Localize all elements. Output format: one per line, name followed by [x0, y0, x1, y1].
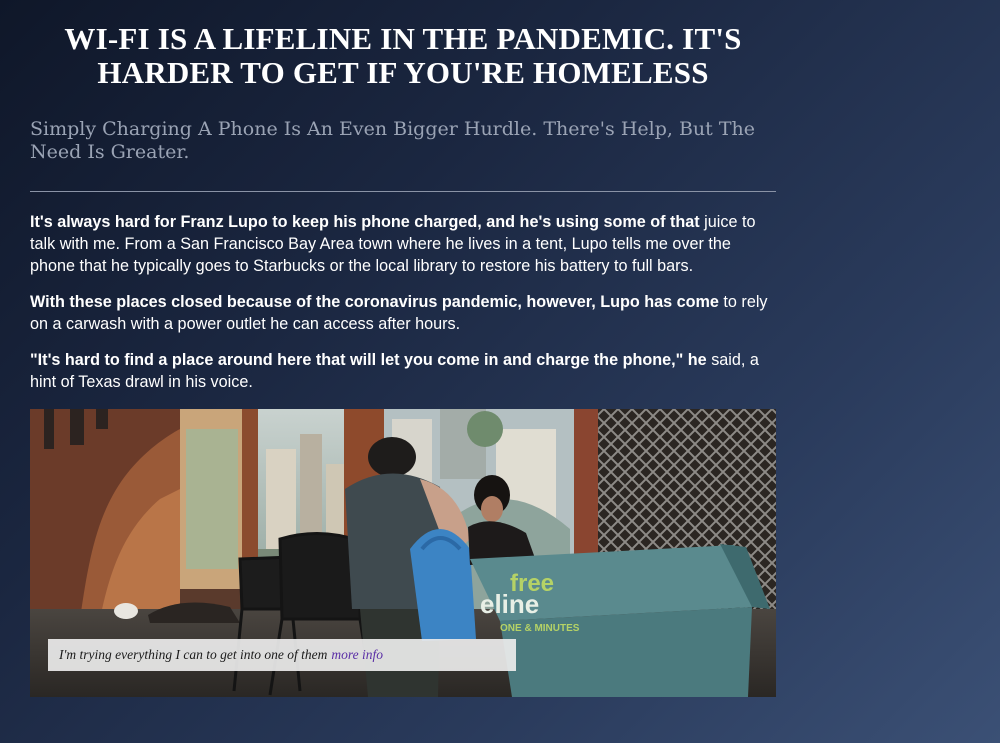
more-info-link[interactable]: more info: [331, 647, 383, 663]
subheadline: Simply Charging A Phone Is An Even Bigge…: [30, 118, 755, 163]
paragraph-2: With these places closed because of the …: [30, 291, 776, 335]
headline: WI-FI IS A LIFELINE IN THE PANDEMIC. IT'…: [30, 22, 776, 90]
paragraph-3: "It's hard to find a place around here t…: [30, 349, 776, 393]
headline-line-1: WI-FI IS A LIFELINE IN THE PANDEMIC. IT'…: [64, 21, 742, 56]
paragraph-1: It's always hard for Franz Lupo to keep …: [30, 211, 776, 277]
article-photo: free eline ONE & MINUTES I'm trying ever…: [30, 409, 776, 697]
photo-caption: I'm trying everything I can to get into …: [48, 639, 516, 671]
caption-text: I'm trying everything I can to get into …: [59, 647, 328, 662]
paragraph-1-lead: It's always hard for Franz Lupo to keep …: [30, 213, 700, 231]
article: WI-FI IS A LIFELINE IN THE PANDEMIC. IT'…: [30, 0, 776, 697]
tablecloth-text-line: eline: [480, 589, 539, 619]
headline-line-2: HARDER TO GET IF YOU'RE HOMELESS: [97, 55, 709, 90]
paragraph-3-lead: "It's hard to find a place around here t…: [30, 351, 707, 369]
paragraph-2-lead: With these places closed because of the …: [30, 293, 719, 311]
tablecloth-text-minutes: ONE & MINUTES: [500, 623, 580, 634]
divider: [30, 191, 776, 192]
